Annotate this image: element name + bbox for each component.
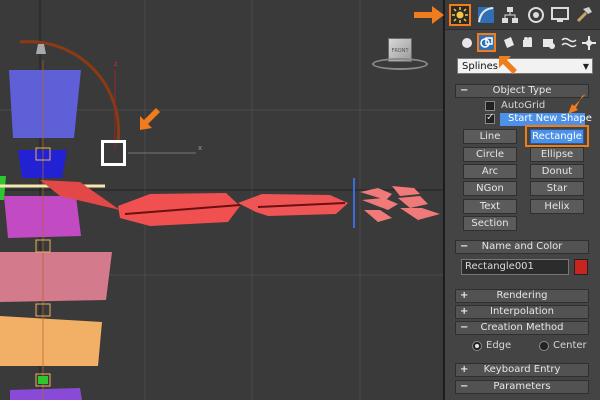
motion-tab[interactable] [525, 4, 547, 26]
display-tab[interactable] [549, 4, 571, 26]
start-new-shape-checkbox[interactable] [485, 112, 495, 124]
text-button[interactable]: Text [463, 199, 517, 214]
pink-shape [0, 252, 112, 302]
helpers-category[interactable] [539, 33, 558, 52]
donut-button[interactable]: Donut [530, 164, 584, 179]
helix-button[interactable]: Helix [530, 199, 584, 214]
category-dropdown[interactable]: Splines ▼ [457, 58, 593, 74]
utilities-tab[interactable] [573, 4, 595, 26]
modify-curve-icon [478, 7, 494, 23]
lights-category[interactable] [499, 33, 518, 52]
expand-plus-icon: + [460, 306, 469, 317]
collapse-minus-icon: − [460, 322, 469, 333]
rendering-title: Rendering [496, 290, 548, 301]
space-warps-category[interactable] [559, 33, 578, 52]
cameras-category[interactable] [519, 33, 538, 52]
pointer-arrow-rectangle [568, 94, 586, 114]
motion-icon [528, 7, 544, 23]
collapse-minus-icon: − [460, 241, 469, 252]
shapes-category[interactable] [477, 33, 496, 52]
parameters-rollout-header[interactable]: − Parameters [455, 380, 589, 394]
object-color-swatch[interactable] [574, 259, 588, 275]
collapse-minus-icon: − [460, 85, 469, 96]
create-tab[interactable] [449, 4, 471, 26]
line-button[interactable]: Line [463, 129, 517, 144]
cameras-icon [522, 36, 532, 47]
create-sun-icon [452, 7, 468, 23]
center-label: Center [553, 340, 587, 351]
lights-icon [503, 36, 514, 48]
pointer-arrow-create-tab [414, 6, 444, 24]
object-type-title: Object Type [492, 85, 552, 96]
hierarchy-icon [502, 7, 518, 23]
orange-shape [0, 316, 102, 366]
creation-method-rollout-header[interactable]: − Creation Method [455, 321, 589, 335]
systems-icon [581, 35, 596, 50]
keyboard-entry-rollout-header[interactable]: + Keyboard Entry [455, 363, 589, 377]
pointer-arrow-viewport [140, 108, 160, 130]
space-warps-icon [560, 37, 577, 47]
shapes-icon [480, 37, 493, 48]
autogrid-label: AutoGrid [501, 100, 546, 111]
expand-plus-icon: + [460, 364, 469, 375]
command-panel-tabs [445, 0, 600, 30]
display-monitor-icon [551, 7, 569, 22]
hierarchy-tab[interactable] [499, 4, 521, 26]
edge-label: Edge [486, 340, 512, 351]
geometry-sphere-icon [461, 37, 472, 48]
interpolation-rollout-header[interactable]: + Interpolation [455, 305, 589, 319]
front-viewport[interactable]: z x FRONT [0, 0, 444, 400]
ngon-button[interactable]: NGon [463, 181, 517, 196]
parameters-title: Parameters [493, 381, 551, 392]
chevron-down-icon: ▼ [582, 62, 589, 71]
keyboard-entry-title: Keyboard Entry [483, 364, 561, 375]
creation-method-title: Creation Method [480, 322, 564, 333]
pointer-arrow-shapes [499, 56, 517, 74]
rectangle-button[interactable]: Rectangle [530, 129, 584, 144]
interpolation-title: Interpolation [490, 306, 554, 317]
cursor-highlight-box [101, 140, 126, 166]
autogrid-checkbox[interactable] [485, 101, 495, 111]
utilities-hammer-icon [576, 7, 592, 23]
star-button[interactable]: Star [530, 181, 584, 196]
geometry-category[interactable] [457, 33, 476, 52]
name-and-color-title: Name and Color [481, 241, 563, 252]
center-radio[interactable] [539, 341, 549, 351]
arc-button[interactable]: Arc [463, 164, 517, 179]
object-name-input[interactable]: Rectangle001 [461, 259, 569, 275]
circle-button[interactable]: Circle [463, 147, 517, 162]
collapse-minus-icon: − [460, 381, 469, 392]
helpers-icon [542, 38, 555, 49]
systems-category[interactable] [579, 33, 598, 52]
create-categories [445, 30, 600, 56]
edge-radio[interactable] [472, 341, 482, 351]
ellipse-button[interactable]: Ellipse [530, 147, 584, 162]
viewcube-ring[interactable] [372, 58, 428, 70]
section-button[interactable]: Section [463, 216, 517, 231]
modify-tab[interactable] [475, 4, 497, 26]
axis-x-label: x [198, 144, 202, 152]
name-and-color-rollout-header[interactable]: − Name and Color [455, 240, 589, 254]
blue-shape-top [9, 70, 81, 138]
rendering-rollout-header[interactable]: + Rendering [455, 289, 589, 303]
axis-z-label: z [114, 60, 118, 68]
category-dropdown-value: Splines [462, 61, 498, 72]
expand-plus-icon: + [460, 290, 469, 301]
